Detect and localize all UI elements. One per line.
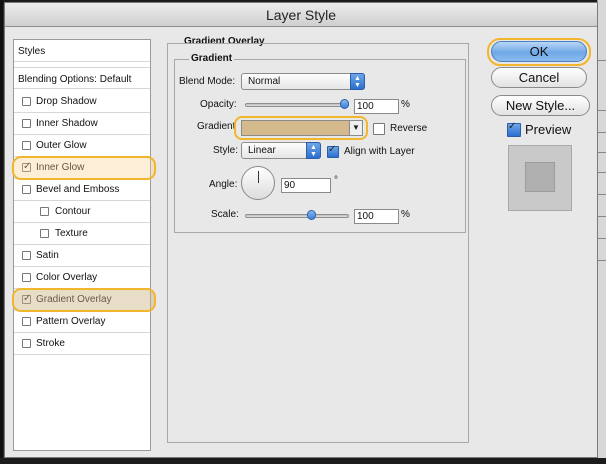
styles-list: Styles Blending Options: Default Drop Sh… [12, 39, 156, 451]
reverse-checkbox[interactable] [373, 123, 385, 135]
preview-label: Preview [525, 122, 572, 137]
opacity-slider-thumb[interactable] [340, 99, 349, 109]
gradient-label: Gradient [197, 121, 236, 132]
angle-unit: ° [334, 175, 338, 186]
gradient-picker[interactable]: ▼ [241, 120, 363, 136]
style-item-pattern-overlay[interactable]: Pattern Overlay [14, 311, 150, 333]
style-item-contour[interactable]: Contour [14, 201, 150, 223]
style-item-drop-shadow[interactable]: Drop Shadow [14, 91, 150, 113]
style-item-label: Texture [55, 228, 88, 239]
new-style-button[interactable]: New Style... [491, 95, 590, 116]
background-right-panel [597, 0, 606, 464]
style-item-stroke[interactable]: Stroke [14, 333, 150, 355]
style-item-label: Outer Glow [36, 140, 87, 151]
styles-header[interactable]: Styles [14, 40, 150, 62]
style-checkbox[interactable] [22, 251, 31, 260]
layer-style-dialog: Layer Style Styles Blending Options: Def… [4, 2, 598, 458]
style-item-label: Bevel and Emboss [36, 184, 120, 195]
blend-mode-select[interactable]: Normal ▲ ▼ [241, 73, 365, 90]
style-checkbox[interactable] [40, 207, 49, 216]
angle-dial[interactable] [241, 166, 275, 200]
opacity-input[interactable]: 100 [354, 99, 399, 114]
style-item-label: Drop Shadow [36, 96, 97, 107]
style-checkbox[interactable] [22, 273, 31, 282]
scale-label: Scale: [211, 209, 239, 220]
style-item-label: Inner Glow [36, 162, 85, 173]
blend-mode-label: Blend Mode: [179, 76, 236, 87]
align-with-layer-label: Align with Layer [344, 146, 415, 157]
gradient-group-title: Gradient [189, 53, 235, 64]
styles-header-label: Styles [18, 46, 46, 57]
scale-slider-track[interactable] [245, 214, 349, 218]
style-checkbox[interactable] [40, 229, 49, 238]
style-checkbox[interactable] [22, 119, 31, 128]
chevron-updown-icon: ▲ ▼ [350, 73, 365, 90]
style-item-label: Contour [55, 206, 91, 217]
style-item-label: Gradient Overlay [36, 294, 112, 305]
chevron-updown-icon: ▲ ▼ [306, 142, 321, 159]
style-value: Linear [248, 145, 276, 156]
style-label: Style: [213, 145, 239, 156]
opacity-unit: % [401, 99, 410, 110]
angle-label: Angle: [209, 179, 238, 190]
cancel-button[interactable]: Cancel [491, 67, 587, 88]
style-item-label: Color Overlay [36, 272, 98, 283]
align-with-layer-checkbox[interactable] [327, 144, 339, 158]
style-checkbox[interactable] [22, 161, 31, 172]
style-item-label: Inner Shadow [36, 118, 98, 129]
style-checkbox[interactable] [22, 141, 31, 150]
blending-options-item[interactable]: Blending Options: Default [14, 67, 150, 89]
style-checkbox[interactable] [22, 185, 31, 194]
style-checkbox[interactable] [22, 317, 31, 326]
style-item-label: Stroke [36, 338, 65, 349]
style-checkbox[interactable] [22, 339, 31, 348]
style-item-satin[interactable]: Satin [14, 245, 150, 267]
style-item-color-overlay[interactable]: Color Overlay [14, 267, 150, 289]
preview-checkbox[interactable] [507, 121, 521, 137]
angle-dial-needle [258, 171, 259, 183]
style-item-inner-glow[interactable]: Inner Glow [14, 157, 150, 179]
style-item-label: Satin [36, 250, 59, 261]
dialog-title: Layer Style [5, 3, 597, 27]
opacity-label: Opacity: [200, 99, 237, 110]
background-bottom [0, 458, 606, 464]
style-item-gradient-overlay[interactable]: Gradient Overlay [14, 289, 150, 311]
blending-options-label: Blending Options: Default [18, 74, 132, 85]
style-item-inner-shadow[interactable]: Inner Shadow [14, 113, 150, 135]
style-checkbox[interactable] [22, 293, 31, 304]
preview-swatch [525, 162, 555, 192]
style-item-bevel-and-emboss[interactable]: Bevel and Emboss [14, 179, 150, 201]
style-item-outer-glow[interactable]: Outer Glow [14, 135, 150, 157]
style-select[interactable]: Linear ▲ ▼ [241, 142, 321, 159]
dropdown-arrow-icon[interactable]: ▼ [349, 121, 362, 135]
scale-unit: % [401, 209, 410, 220]
background-left [0, 0, 3, 464]
scale-slider-thumb[interactable] [306, 210, 316, 220]
style-checkbox[interactable] [22, 97, 31, 106]
reverse-label: Reverse [390, 123, 428, 134]
blend-mode-value: Normal [248, 76, 281, 87]
opacity-slider-track[interactable] [245, 103, 349, 107]
scale-input[interactable]: 100 [354, 209, 399, 224]
preview-thumbnail [508, 145, 572, 211]
angle-input[interactable]: 90 [281, 178, 331, 193]
ok-button[interactable]: OK [491, 41, 587, 62]
style-item-texture[interactable]: Texture [14, 223, 150, 245]
style-item-label: Pattern Overlay [36, 316, 106, 327]
